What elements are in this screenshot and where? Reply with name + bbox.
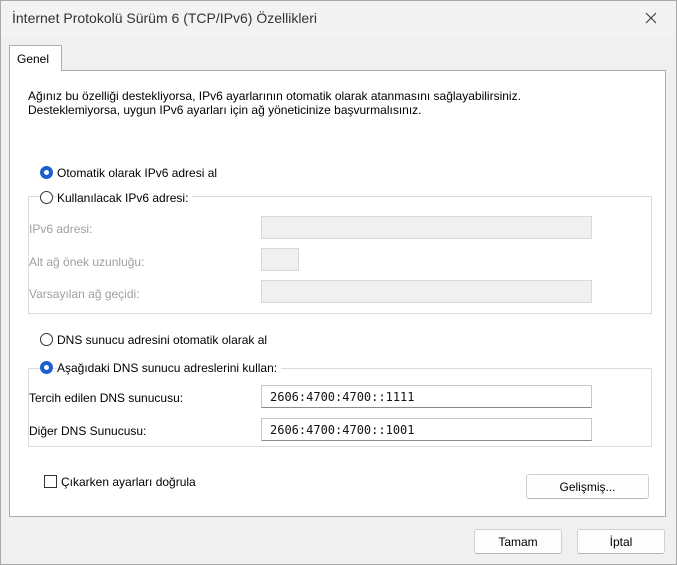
advanced-button-label: Gelişmiş... — [559, 479, 616, 494]
close-icon — [645, 12, 657, 24]
manual-ipv6-radio[interactable] — [40, 191, 53, 204]
title-bar: İnternet Protokolü Sürüm 6 (TCP/IPv6) Öz… — [1, 1, 676, 37]
subnet-prefix-field[interactable] — [261, 248, 299, 271]
ok-button[interactable]: Tamam — [474, 529, 562, 554]
manual-dns-label[interactable]: Aşağıdaki DNS sunucu adreslerini kullan: — [57, 361, 282, 375]
validate-settings-checkbox[interactable] — [44, 475, 57, 488]
preferred-dns-label: Tercih edilen DNS sunucusu: — [29, 391, 184, 405]
cancel-button[interactable]: İptal — [577, 529, 665, 554]
general-panel: Ağınız bu özelliği destekliyorsa, IPv6 a… — [9, 70, 666, 517]
ok-button-label: Tamam — [498, 534, 538, 549]
auto-ipv6-label[interactable]: Otomatik olarak IPv6 adresi al — [57, 166, 218, 180]
manual-ipv6-label[interactable]: Kullanılacak IPv6 adresi: — [57, 191, 193, 205]
description-line-1: Ağınız bu özelliği destekliyorsa, IPv6 a… — [28, 89, 521, 103]
close-button[interactable] — [632, 3, 670, 33]
default-gateway-label: Varsayılan ağ geçidi: — [29, 287, 140, 301]
auto-dns-radio[interactable] — [40, 333, 53, 346]
description-line-2: Desteklemiyorsa, uygun IPv6 ayarları içi… — [28, 103, 422, 117]
window-title: İnternet Protokolü Sürüm 6 (TCP/IPv6) Öz… — [12, 10, 317, 26]
advanced-button[interactable]: Gelişmiş... — [526, 474, 649, 499]
auto-dns-label[interactable]: DNS sunucu adresini otomatik olarak al — [57, 333, 268, 347]
subnet-prefix-label: Alt ağ önek uzunluğu: — [29, 255, 145, 269]
manual-dns-radio[interactable] — [40, 361, 53, 374]
ipv6-address-field[interactable] — [261, 216, 592, 239]
validate-settings-label[interactable]: Çıkarken ayarları doğrula — [61, 475, 196, 489]
default-gateway-field[interactable] — [261, 280, 592, 303]
auto-ipv6-radio[interactable] — [40, 166, 53, 179]
preferred-dns-field[interactable]: 2606:4700:4700::1111 — [261, 385, 592, 408]
tab-label: Genel — [17, 52, 50, 66]
dialog-window: İnternet Protokolü Sürüm 6 (TCP/IPv6) Öz… — [0, 0, 677, 565]
cancel-button-label: İptal — [609, 534, 633, 549]
description-text: Ağınız bu özelliği destekliyorsa, IPv6 a… — [28, 89, 521, 117]
alternate-dns-label: Diğer DNS Sunucusu: — [29, 424, 147, 438]
alternate-dns-field[interactable]: 2606:4700:4700::1001 — [261, 418, 592, 441]
tab-genel[interactable]: Genel — [9, 45, 62, 71]
ipv6-address-label: IPv6 adresi: — [29, 222, 93, 236]
